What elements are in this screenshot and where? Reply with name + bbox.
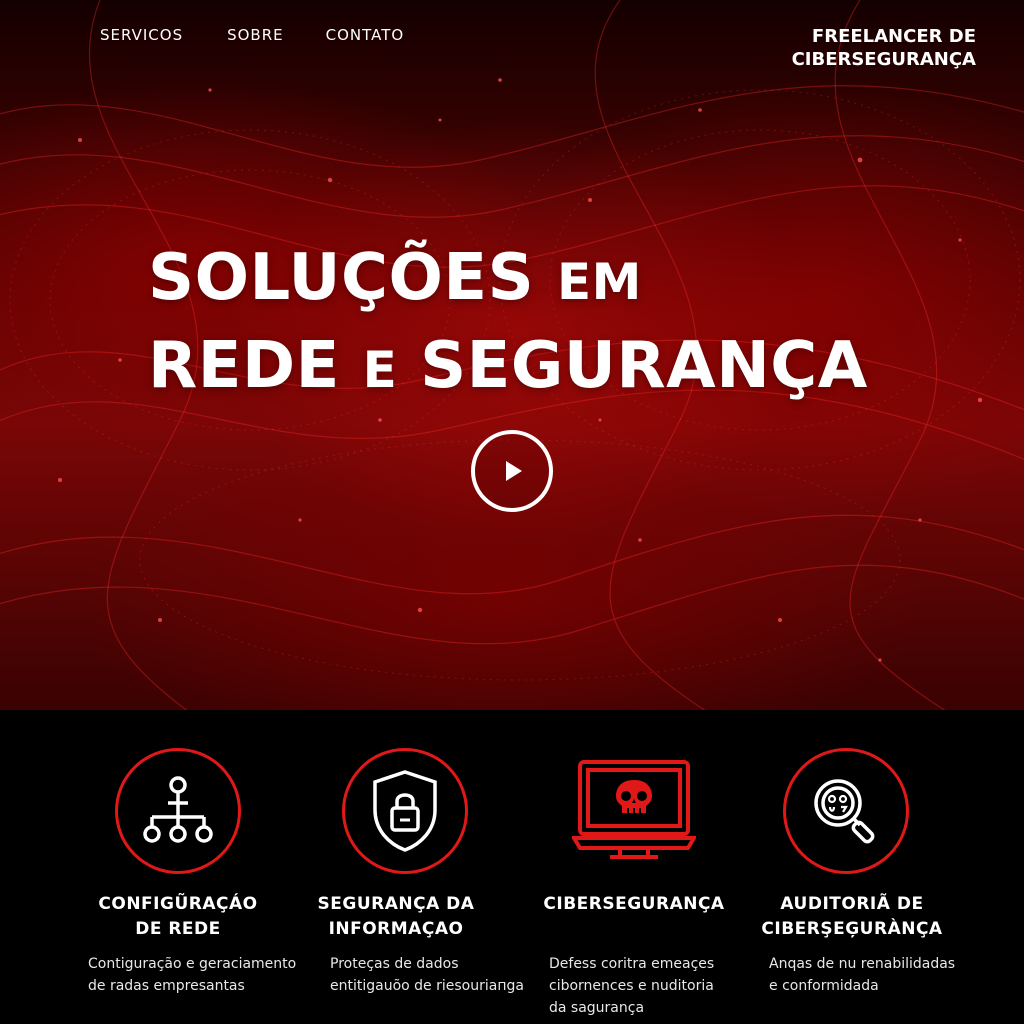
service-desc-line-1: Defess coritra emeaçes (549, 956, 715, 972)
service-description: Contiguração e geraciamento de radas emp… (88, 953, 328, 997)
service-title-line-2: DE REDE (135, 919, 221, 939)
shield-lock-icon (373, 770, 437, 852)
service-icon-ring (342, 748, 468, 874)
headline-word-em: EM (556, 253, 642, 311)
service-title-line-1: SEGURANÇA DA (317, 894, 475, 914)
nav-link-servicos[interactable]: SERVICOS (100, 26, 183, 44)
service-desc-line-3: da saguranҫa (549, 1000, 645, 1016)
play-video-button[interactable] (471, 430, 553, 512)
service-desc-line-1: Contiguração e geraciamento (88, 956, 297, 972)
service-title: CONFIGŨRAÇÁO DE REDE (58, 892, 298, 942)
service-title-line-1: CONFIGŨRAÇÁO (98, 894, 258, 914)
headline-word-e: E (362, 341, 398, 399)
service-title-line-2: CIBERŞEĢURÀNÇA (761, 919, 943, 939)
service-title: SEGURANÇA DA INFORMAÇAO (276, 892, 516, 942)
magnifier-audit-icon (814, 779, 875, 844)
monitor-skull-icon (572, 760, 696, 859)
play-icon (506, 461, 522, 481)
headline-word-rede: REDE (148, 329, 340, 403)
service-desc-line-2: entitigauõo de riesouriaпga (330, 978, 524, 994)
service-title-line-2: INFORMAÇAO (328, 919, 464, 939)
service-desc-line-2: e conformidada (769, 978, 879, 994)
service-title-line-1: AUDITORIÃ DE (780, 894, 924, 914)
main-nav: SERVICOS SOBRE CONTATO (100, 26, 404, 44)
service-desc-line-2: cibornences e nuditoria (549, 978, 714, 994)
hero-section: SERVICOS SOBRE CONTATO FREELANCER DE CIB… (0, 0, 1024, 710)
service-desc-line-1: Anqas de nu renabilidadas (769, 956, 956, 972)
brand-line-2: CIBERSEGURANÇA (791, 49, 976, 70)
service-desc-line-2: de radas empresantas (88, 978, 245, 994)
service-description: Defess coritra emeaçes cibornences e nud… (549, 953, 789, 1019)
network-hierarchy-icon (143, 776, 213, 843)
service-icon-ring (783, 748, 909, 874)
brand-line-1: FREELANCER DE (811, 26, 976, 47)
service-description: Proteças de dados entitigauõo de riesour… (330, 953, 570, 997)
headline-word-solucoes: SOLUÇÕES (148, 241, 535, 315)
service-title-line-1: CIBERSEGURANÇA (543, 894, 725, 914)
service-desc-line-1: Proteças de dados (330, 956, 459, 972)
brand-title: FREELANCER DE CIBERSEGURANÇA (792, 25, 976, 71)
service-icon-ring (115, 748, 241, 874)
service-title: AUDITORIÃ DE CIBERŞEĢURÀNÇA (732, 892, 972, 942)
service-title: CIBERSEGURANÇA (514, 892, 754, 917)
service-description: Anqas de nu renabilidadas e conformidada (769, 953, 1009, 997)
hero-headline: SOLUÇÕES EM REDE E SEGURANÇA (148, 236, 948, 412)
nav-link-sobre[interactable]: SOBRE (227, 26, 284, 44)
services-section: CONFIGŨRAÇÁO DE REDE Contiguração e gera… (0, 710, 1024, 1024)
headline-word-seguranca: SEGURANÇA (420, 329, 868, 403)
nav-link-contato[interactable]: CONTATO (326, 26, 405, 44)
